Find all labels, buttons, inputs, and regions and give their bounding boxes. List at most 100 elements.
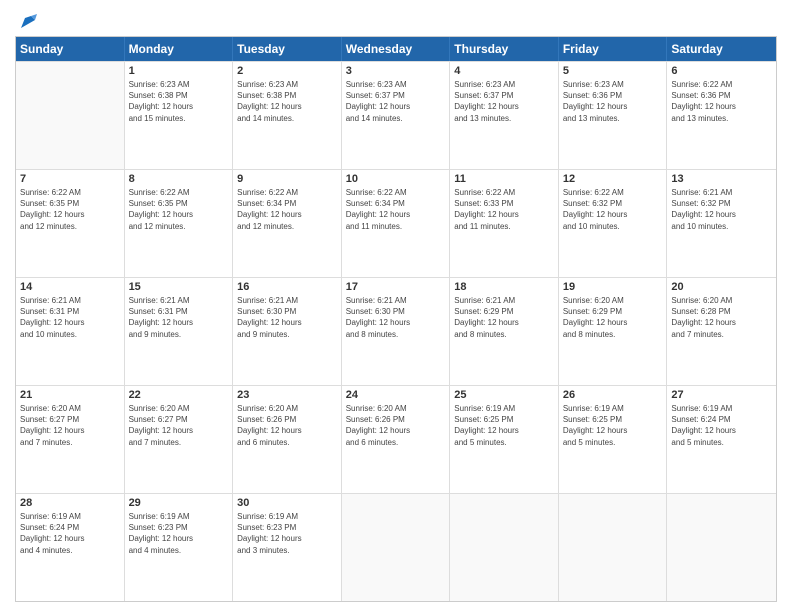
- weekday-header: Thursday: [450, 37, 559, 61]
- day-info: Sunrise: 6:19 AM Sunset: 6:24 PM Dayligh…: [20, 511, 120, 556]
- calendar-body: 1 Sunrise: 6:23 AM Sunset: 6:38 PM Daylig…: [16, 61, 776, 601]
- calendar-cell: 17 Sunrise: 6:21 AM Sunset: 6:30 PM Dayli…: [342, 278, 451, 385]
- calendar-cell: 22Sunrise: 6:20 AM Sunset: 6:27 PM Dayli…: [125, 386, 234, 493]
- calendar-cell: 21 Sunrise: 6:20 AM Sunset: 6:27 PM Dayli…: [16, 386, 125, 493]
- calendar-row: 14 Sunrise: 6:21 AM Sunset: 6:31 PM Dayli…: [16, 277, 776, 385]
- calendar-cell: 6 Sunrise: 6:22 AM Sunset: 6:36 PM Daylig…: [667, 62, 776, 169]
- calendar-cell: 8Sunrise: 6:22 AM Sunset: 6:35 PM Daylig…: [125, 170, 234, 277]
- calendar-cell: 25 Sunrise: 6:19 AM Sunset: 6:25 PM Dayli…: [450, 386, 559, 493]
- calendar-cell: 7 Sunrise: 6:22 AM Sunset: 6:35 PM Daylig…: [16, 170, 125, 277]
- calendar-cell: 26 Sunrise: 6:19 AM Sunset: 6:25 PM Dayli…: [559, 386, 668, 493]
- day-number: 1: [129, 65, 229, 77]
- day-info: Sunrise: 6:20 AM Sunset: 6:29 PM Dayligh…: [563, 295, 663, 340]
- calendar-row: 28 Sunrise: 6:19 AM Sunset: 6:24 PM Dayli…: [16, 493, 776, 601]
- calendar-row: 1 Sunrise: 6:23 AM Sunset: 6:38 PM Daylig…: [16, 61, 776, 169]
- calendar-row: 21 Sunrise: 6:20 AM Sunset: 6:27 PM Dayli…: [16, 385, 776, 493]
- calendar-cell: 15 Sunrise: 6:21 AM Sunset: 6:31 PM Dayli…: [125, 278, 234, 385]
- day-info: Sunrise: 6:19 AM Sunset: 6:23 PM Dayligh…: [237, 511, 337, 556]
- day-number: 9: [237, 173, 337, 185]
- weekday-header: Friday: [559, 37, 668, 61]
- day-info: Sunrise: 6:21 AM Sunset: 6:30 PM Dayligh…: [237, 295, 337, 340]
- calendar-cell: 19 Sunrise: 6:20 AM Sunset: 6:29 PM Dayli…: [559, 278, 668, 385]
- day-info: Sunrise: 6:23 AM Sunset: 6:37 PM Dayligh…: [346, 79, 446, 124]
- calendar-cell: [450, 494, 559, 601]
- weekday-header: Wednesday: [342, 37, 451, 61]
- weekday-header: Saturday: [667, 37, 776, 61]
- calendar-cell: 9 Sunrise: 6:22 AM Sunset: 6:34 PM Daylig…: [233, 170, 342, 277]
- day-info: Sunrise: 6:20 AM Sunset: 6:27 PM Dayligh…: [20, 403, 120, 448]
- day-number: 10: [346, 173, 446, 185]
- day-info: Sunrise: 6:22 AM Sunset: 6:35 PM Dayligh…: [20, 187, 120, 232]
- calendar-cell: 18 Sunrise: 6:21 AM Sunset: 6:29 PM Dayli…: [450, 278, 559, 385]
- calendar-cell: 28 Sunrise: 6:19 AM Sunset: 6:24 PM Dayli…: [16, 494, 125, 601]
- page: SundayMondayTuesdayWednesdayThursdayFrid…: [0, 0, 792, 612]
- day-number: 17: [346, 281, 446, 293]
- day-number: 21: [20, 389, 120, 401]
- calendar-cell: 2Sunrise: 6:23 AM Sunset: 6:38 PM Daylig…: [233, 62, 342, 169]
- day-number: 28: [20, 497, 120, 509]
- day-number: 27: [671, 389, 772, 401]
- day-info: Sunrise: 6:22 AM Sunset: 6:35 PM Dayligh…: [129, 187, 229, 232]
- calendar-cell: 10 Sunrise: 6:22 AM Sunset: 6:34 PM Dayli…: [342, 170, 451, 277]
- day-number: 14: [20, 281, 120, 293]
- calendar-cell: 20Sunrise: 6:20 AM Sunset: 6:28 PM Dayli…: [667, 278, 776, 385]
- day-info: Sunrise: 6:21 AM Sunset: 6:29 PM Dayligh…: [454, 295, 554, 340]
- day-number: 15: [129, 281, 229, 293]
- day-info: Sunrise: 6:22 AM Sunset: 6:33 PM Dayligh…: [454, 187, 554, 232]
- calendar-cell: 16 Sunrise: 6:21 AM Sunset: 6:30 PM Dayli…: [233, 278, 342, 385]
- day-info: Sunrise: 6:21 AM Sunset: 6:31 PM Dayligh…: [129, 295, 229, 340]
- calendar-cell: [342, 494, 451, 601]
- day-number: 6: [671, 65, 772, 77]
- calendar-cell: 3 Sunrise: 6:23 AM Sunset: 6:37 PM Daylig…: [342, 62, 451, 169]
- day-info: Sunrise: 6:19 AM Sunset: 6:24 PM Dayligh…: [671, 403, 772, 448]
- day-info: Sunrise: 6:23 AM Sunset: 6:38 PM Dayligh…: [129, 79, 229, 124]
- day-info: Sunrise: 6:21 AM Sunset: 6:31 PM Dayligh…: [20, 295, 120, 340]
- day-info: Sunrise: 6:22 AM Sunset: 6:34 PM Dayligh…: [237, 187, 337, 232]
- header: [15, 10, 777, 30]
- calendar-cell: 24Sunrise: 6:20 AM Sunset: 6:26 PM Dayli…: [342, 386, 451, 493]
- day-number: 4: [454, 65, 554, 77]
- calendar-cell: 29Sunrise: 6:19 AM Sunset: 6:23 PM Dayli…: [125, 494, 234, 601]
- day-number: 22: [129, 389, 229, 401]
- calendar-cell: 27 Sunrise: 6:19 AM Sunset: 6:24 PM Dayli…: [667, 386, 776, 493]
- day-info: Sunrise: 6:22 AM Sunset: 6:34 PM Dayligh…: [346, 187, 446, 232]
- calendar-cell: 11 Sunrise: 6:22 AM Sunset: 6:33 PM Dayli…: [450, 170, 559, 277]
- calendar-cell: [16, 62, 125, 169]
- weekday-header: Sunday: [16, 37, 125, 61]
- calendar-cell: [667, 494, 776, 601]
- day-info: Sunrise: 6:21 AM Sunset: 6:32 PM Dayligh…: [671, 187, 772, 232]
- logo: [15, 14, 39, 30]
- calendar-cell: [559, 494, 668, 601]
- day-info: Sunrise: 6:21 AM Sunset: 6:30 PM Dayligh…: [346, 295, 446, 340]
- day-number: 16: [237, 281, 337, 293]
- calendar-cell: 4 Sunrise: 6:23 AM Sunset: 6:37 PM Daylig…: [450, 62, 559, 169]
- day-info: Sunrise: 6:23 AM Sunset: 6:37 PM Dayligh…: [454, 79, 554, 124]
- day-number: 3: [346, 65, 446, 77]
- calendar-cell: 30 Sunrise: 6:19 AM Sunset: 6:23 PM Dayli…: [233, 494, 342, 601]
- day-number: 25: [454, 389, 554, 401]
- day-number: 29: [129, 497, 229, 509]
- weekday-header: Monday: [125, 37, 234, 61]
- calendar-row: 7 Sunrise: 6:22 AM Sunset: 6:35 PM Daylig…: [16, 169, 776, 277]
- day-number: 26: [563, 389, 663, 401]
- logo-icon: [17, 10, 39, 32]
- day-number: 12: [563, 173, 663, 185]
- day-info: Sunrise: 6:22 AM Sunset: 6:32 PM Dayligh…: [563, 187, 663, 232]
- calendar-cell: 1 Sunrise: 6:23 AM Sunset: 6:38 PM Daylig…: [125, 62, 234, 169]
- day-info: Sunrise: 6:23 AM Sunset: 6:36 PM Dayligh…: [563, 79, 663, 124]
- weekday-header: Tuesday: [233, 37, 342, 61]
- day-number: 2: [237, 65, 337, 77]
- day-info: Sunrise: 6:19 AM Sunset: 6:25 PM Dayligh…: [454, 403, 554, 448]
- day-number: 24: [346, 389, 446, 401]
- day-number: 11: [454, 173, 554, 185]
- day-number: 13: [671, 173, 772, 185]
- calendar-cell: 13 Sunrise: 6:21 AM Sunset: 6:32 PM Dayli…: [667, 170, 776, 277]
- day-number: 19: [563, 281, 663, 293]
- day-number: 7: [20, 173, 120, 185]
- day-number: 18: [454, 281, 554, 293]
- day-number: 30: [237, 497, 337, 509]
- day-info: Sunrise: 6:22 AM Sunset: 6:36 PM Dayligh…: [671, 79, 772, 124]
- day-info: Sunrise: 6:19 AM Sunset: 6:25 PM Dayligh…: [563, 403, 663, 448]
- calendar-cell: 14 Sunrise: 6:21 AM Sunset: 6:31 PM Dayli…: [16, 278, 125, 385]
- calendar-cell: 12 Sunrise: 6:22 AM Sunset: 6:32 PM Dayli…: [559, 170, 668, 277]
